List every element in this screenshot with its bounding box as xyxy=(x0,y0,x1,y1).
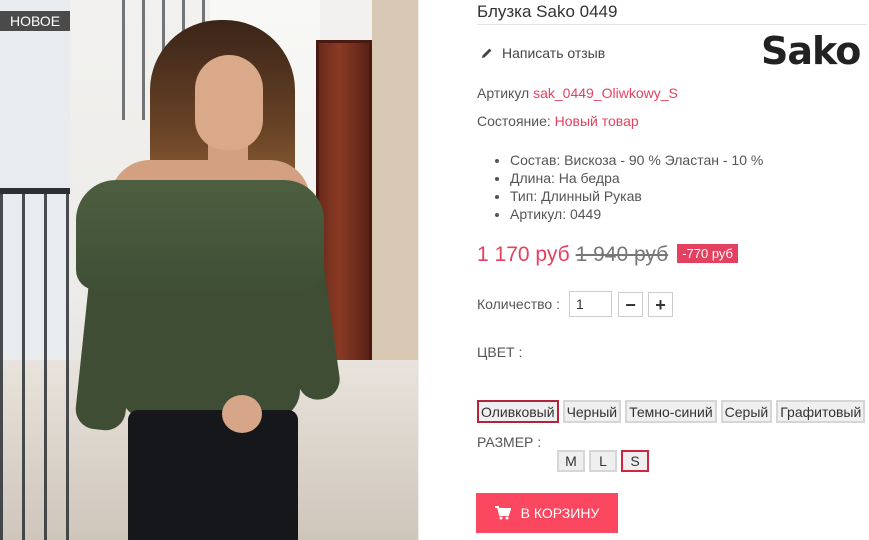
product-details-panel: Блузка Sako 0449 Sako Написать отзыв Арт… xyxy=(418,0,869,540)
quantity-increase-button[interactable]: + xyxy=(648,292,673,317)
blouse-torso xyxy=(120,280,300,420)
feature-item: Состав: Вискоза - 90 % Эластан - 10 % xyxy=(510,151,763,169)
sku-value: sak_0449_Oliwkowy_S xyxy=(533,85,678,101)
size-options: M L S xyxy=(557,450,649,472)
feature-item: Тип: Длинный Рукав xyxy=(510,187,763,205)
blouse-ruffle xyxy=(76,180,324,290)
size-option-l[interactable]: L xyxy=(589,450,617,472)
feature-list: Состав: Вискоза - 90 % Эластан - 10 % Дл… xyxy=(494,151,763,223)
product-image[interactable] xyxy=(0,0,418,540)
size-option-s[interactable]: S xyxy=(621,450,649,472)
price-block: 1 170 руб 1 940 руб -770 руб xyxy=(477,243,738,267)
model-face xyxy=(195,55,263,150)
photo-bg-railing xyxy=(0,190,70,540)
feature-item: Артикул: 0449 xyxy=(510,205,763,223)
model-pants xyxy=(128,410,298,540)
quantity-decrease-button[interactable]: − xyxy=(618,292,643,317)
pencil-icon xyxy=(482,48,492,58)
color-option-graphite[interactable]: Графитовый xyxy=(776,400,866,423)
new-badge: НОВОЕ xyxy=(0,11,71,31)
write-review-label: Написать отзыв xyxy=(502,45,606,61)
title-divider xyxy=(477,24,867,25)
write-review-link[interactable]: Написать отзыв xyxy=(481,45,605,61)
color-option-black[interactable]: Черный xyxy=(562,400,622,423)
quantity-label: Количество : xyxy=(477,296,560,312)
sku-label: Артикул xyxy=(477,85,530,101)
size-label: РАЗМЕР : xyxy=(477,434,542,450)
sku-row: Артикул sak_0449_Oliwkowy_S xyxy=(477,85,678,101)
condition-value: Новый товар xyxy=(554,113,639,129)
color-options: Оливковый Черный Темно-синий Серый Графи… xyxy=(477,400,866,423)
size-option-m[interactable]: M xyxy=(557,450,585,472)
discount-badge: -770 руб xyxy=(677,244,738,263)
color-option-grey[interactable]: Серый xyxy=(720,400,773,423)
feature-item: Длина: На бедра xyxy=(510,169,763,187)
color-option-olive[interactable]: Оливковый xyxy=(477,400,559,423)
current-price: 1 170 руб xyxy=(477,243,570,266)
add-to-cart-button[interactable]: В КОРЗИНУ xyxy=(476,493,618,533)
color-option-navy[interactable]: Темно-синий xyxy=(625,400,717,423)
condition-label: Состояние: xyxy=(477,113,551,129)
old-price: 1 940 руб xyxy=(575,243,669,266)
shopping-cart-icon xyxy=(494,506,511,520)
add-to-cart-label: В КОРЗИНУ xyxy=(520,505,600,521)
product-title: Блузка Sako 0449 xyxy=(477,2,618,21)
condition-row: Состояние: Новый товар xyxy=(477,113,639,129)
color-label: ЦВЕТ : xyxy=(477,344,523,360)
quantity-input[interactable] xyxy=(569,291,612,317)
model-hand xyxy=(222,395,262,433)
brand-logo[interactable]: Sako xyxy=(761,30,867,72)
